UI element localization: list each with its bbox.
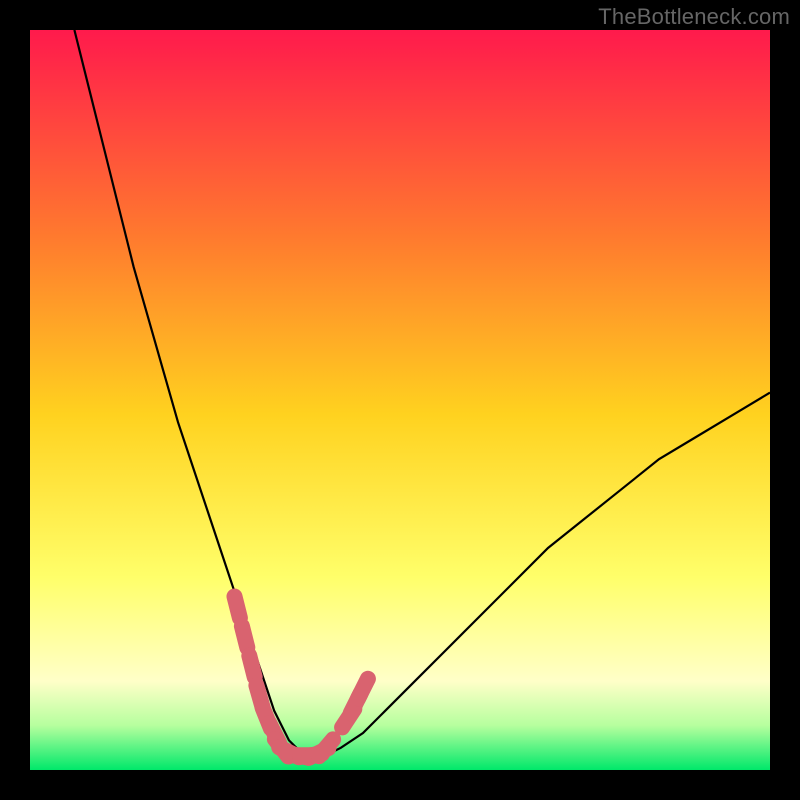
chart-frame: TheBottleneck.com (0, 0, 800, 800)
curve-marker (358, 679, 368, 699)
curve-marker (249, 656, 254, 677)
watermark-label: TheBottleneck.com (598, 4, 790, 30)
curve-marker (319, 739, 333, 756)
gradient-background (30, 30, 770, 770)
plot-area (30, 30, 770, 770)
curve-marker (235, 597, 240, 618)
bottleneck-chart (30, 30, 770, 770)
curve-marker (242, 626, 247, 647)
